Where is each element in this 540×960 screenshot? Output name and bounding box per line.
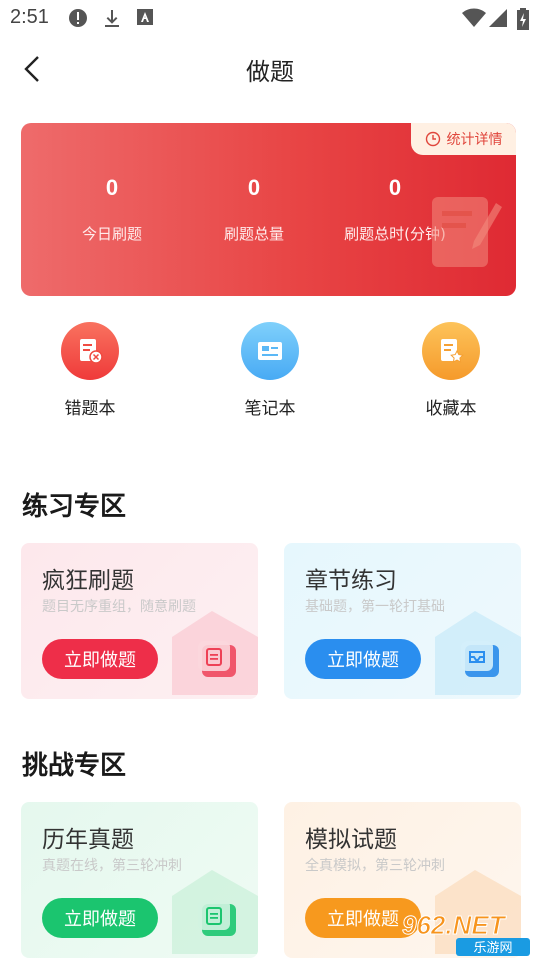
stat-label: 刷题总量 xyxy=(223,225,284,243)
start-practice-button[interactable]: 立即做题 xyxy=(42,898,158,938)
notebook-button[interactable]: 笔记本 xyxy=(200,322,340,419)
favorites-button[interactable]: 收藏本 xyxy=(381,322,521,419)
favorites-book-icon xyxy=(422,322,480,380)
battery-charging-icon xyxy=(517,8,529,34)
cellular-signal-icon xyxy=(488,8,508,32)
wrong-questions-button[interactable]: 错题本 xyxy=(20,322,160,419)
card-subtitle: 基础题，第一轮打基础 xyxy=(305,599,445,615)
watermark-brand: 962.NET xyxy=(402,910,507,940)
watermark-sub: 乐游网 xyxy=(473,941,512,956)
alert-icon xyxy=(68,8,88,32)
card-subtitle: 全真模拟，第三轮冲刺 xyxy=(305,858,445,874)
start-practice-button[interactable]: 立即做题 xyxy=(42,639,158,679)
stat-value: 0 xyxy=(105,175,119,200)
status-time: 2:51 xyxy=(10,6,49,28)
tray-icon xyxy=(435,609,521,699)
card-title: 章节练习 xyxy=(305,568,397,594)
chapter-practice-card[interactable]: 章节练习 基础题，第一轮打基础 立即做题 xyxy=(284,543,521,699)
card-title: 模拟试题 xyxy=(305,827,397,853)
watermark-logo: 962.NET 乐游网 xyxy=(398,908,534,956)
download-icon xyxy=(102,8,122,32)
shortcut-label: 笔记本 xyxy=(244,399,296,419)
notebook-icon xyxy=(241,322,299,380)
past-exams-card[interactable]: 历年真题 真题在线，第三轮冲刺 立即做题 xyxy=(21,802,258,958)
wifi-icon xyxy=(462,8,486,32)
stats-detail-label: 统计详情 xyxy=(446,132,503,148)
stat-total: 0 刷题总量 xyxy=(179,175,329,244)
shortcut-label: 错题本 xyxy=(64,399,116,419)
document-pencil-icon xyxy=(430,193,502,273)
stat-today: 0 今日刷题 xyxy=(37,175,187,244)
card-subtitle: 真题在线，第三轮冲刺 xyxy=(42,858,182,874)
font-icon xyxy=(136,8,154,30)
document-icon xyxy=(172,609,258,699)
practice-section-title: 练习专区 xyxy=(22,492,127,522)
challenge-section-title: 挑战专区 xyxy=(22,751,127,781)
wrong-book-icon xyxy=(61,322,119,380)
card-title: 疯狂刷题 xyxy=(42,568,134,594)
clock-icon xyxy=(425,131,440,147)
stats-card: 统计详情 0 今日刷题 0 刷题总量 0 刷题总时(分钟) xyxy=(21,123,516,296)
status-bar: 2:51 xyxy=(0,0,540,36)
stat-value: 0 xyxy=(247,175,261,200)
page-title: 做题 xyxy=(246,58,294,86)
card-title: 历年真题 xyxy=(42,827,134,853)
clipboard-icon xyxy=(172,868,258,958)
stats-detail-button[interactable]: 统计详情 xyxy=(411,123,516,155)
crazy-practice-card[interactable]: 疯狂刷题 题目无序重组，随意刷题 立即做题 xyxy=(21,543,258,699)
shortcut-label: 收藏本 xyxy=(425,399,477,419)
start-practice-button[interactable]: 立即做题 xyxy=(305,639,421,679)
stat-label: 今日刷题 xyxy=(81,225,142,243)
